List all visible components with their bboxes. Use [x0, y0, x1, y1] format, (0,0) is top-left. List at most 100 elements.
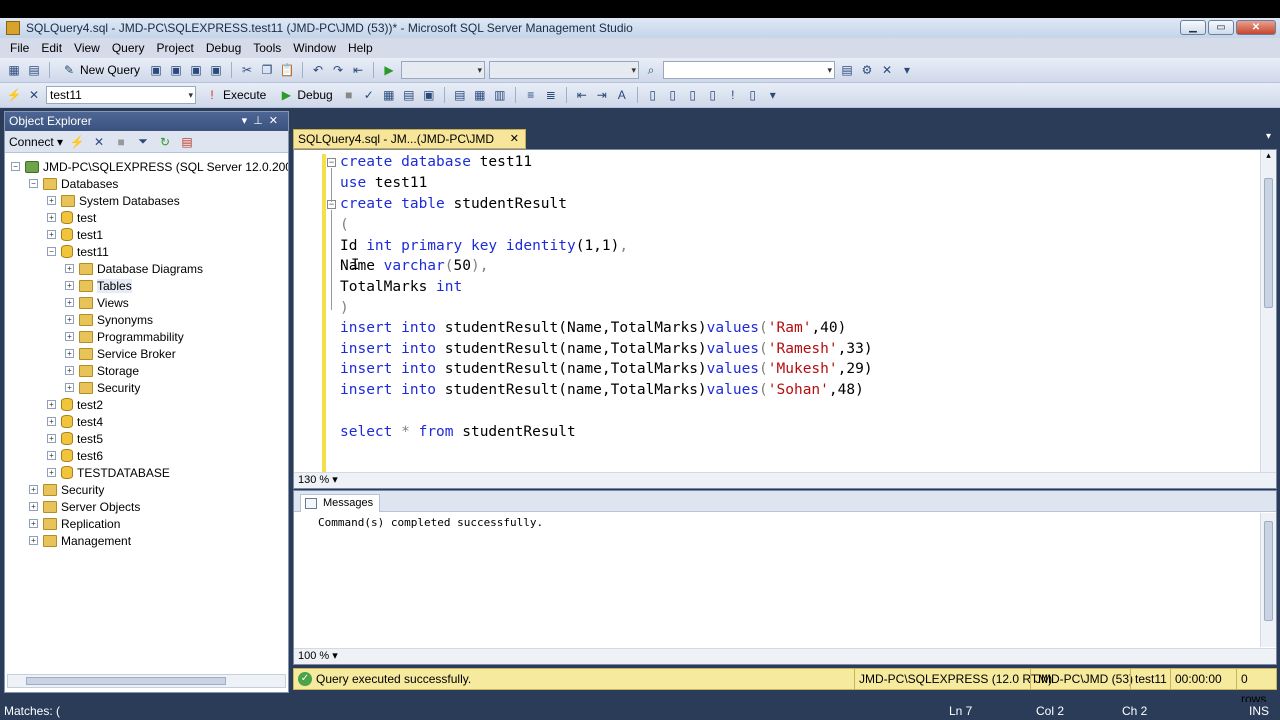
mining-query-icon[interactable]: ▣ — [188, 62, 204, 78]
tree-node-programmability[interactable]: + Programmability — [65, 328, 184, 345]
increase-indent-icon[interactable]: ⇥ — [594, 87, 610, 103]
results-vertical-scrollbar[interactable] — [1260, 513, 1276, 647]
expand-icon[interactable]: + — [29, 502, 38, 511]
tab-list-icon[interactable]: ▾ — [1266, 131, 1271, 142]
oe-connect-icon[interactable]: ⚡ — [69, 134, 85, 150]
find-in-files-icon[interactable]: ⌕ — [643, 62, 659, 78]
menu-file[interactable]: File — [4, 41, 35, 55]
tree-node-server-objects[interactable]: + Server Objects — [29, 498, 140, 515]
menu-help[interactable]: Help — [342, 41, 379, 55]
panel-dropdown-icon[interactable]: ▾ — [242, 115, 254, 127]
parse-icon[interactable]: ✓ — [361, 87, 377, 103]
undo-icon[interactable]: ↶ — [310, 62, 326, 78]
tree-node-management[interactable]: + Management — [29, 532, 131, 549]
menu-edit[interactable]: Edit — [35, 41, 68, 55]
tree-node-test11[interactable]: − test11 — [47, 243, 109, 260]
database-combo[interactable]: test11 ▾ — [46, 86, 196, 104]
menu-debug[interactable]: Debug — [200, 41, 247, 55]
fold-toggle-icon[interactable]: − — [327, 158, 336, 167]
disconnect-icon[interactable]: ✕ — [26, 87, 42, 103]
results-grid-icon[interactable]: ▦ — [472, 87, 488, 103]
expand-icon[interactable]: + — [29, 536, 38, 545]
find-combo[interactable]: ▾ — [663, 61, 836, 79]
more-options-icon[interactable]: ▾ — [765, 87, 781, 103]
toggle-bookmark-icon[interactable]: ▯ — [645, 87, 661, 103]
tree-node-databases[interactable]: − Databases — [29, 175, 118, 192]
collapse-icon[interactable]: − — [47, 247, 56, 256]
add-item-icon[interactable]: ▤ — [26, 62, 42, 78]
tree-node-security-db[interactable]: + Security — [65, 379, 140, 396]
uncomment-icon[interactable]: ≣ — [543, 87, 559, 103]
specify-values-icon[interactable]: A — [614, 87, 630, 103]
analysis-query-icon[interactable]: ▣ — [168, 62, 184, 78]
start-icon[interactable]: ▶ — [381, 62, 397, 78]
close-button[interactable]: ✕ — [1236, 20, 1276, 35]
expand-icon[interactable]: + — [65, 298, 74, 307]
panel-close-icon[interactable]: ✕ — [269, 115, 284, 127]
tree-node-testdatabase[interactable]: + TESTDATABASE — [47, 464, 170, 481]
solution-config-combo[interactable]: ▾ — [401, 61, 486, 79]
messages-tab[interactable]: Messages — [300, 494, 381, 512]
clear-bookmarks-icon[interactable]: ▯ — [705, 87, 721, 103]
expand-icon[interactable]: + — [65, 264, 74, 273]
tree-node-test1[interactable]: + test1 — [47, 226, 103, 243]
next-bookmark-icon[interactable]: ▯ — [685, 87, 701, 103]
oe-stop-icon[interactable]: ■ — [113, 134, 129, 150]
intellisense-icon[interactable]: ▣ — [421, 87, 437, 103]
paste-icon[interactable]: 📋 — [279, 62, 295, 78]
minimize-button[interactable]: ▁ — [1180, 20, 1206, 35]
pin-icon[interactable]: ⊥ — [253, 115, 269, 127]
sqlcmd-icon[interactable]: ▯ — [745, 87, 761, 103]
execute-button[interactable]: ! Execute — [200, 87, 270, 103]
tree-node-server[interactable]: − JMD-PC\SQLEXPRESS (SQL Server 12.0.2000… — [11, 158, 288, 175]
options-icon[interactable]: ▾ — [899, 62, 915, 78]
expand-icon[interactable]: + — [65, 366, 74, 375]
copy-icon[interactable]: ❐ — [259, 62, 275, 78]
expand-icon[interactable]: + — [29, 485, 38, 494]
cancel-query-icon[interactable]: ■ — [341, 87, 357, 103]
tree-node-tables[interactable]: + Tables — [65, 277, 132, 294]
results-file-icon[interactable]: ▥ — [492, 87, 508, 103]
toolbox-icon[interactable]: ✕ — [879, 62, 895, 78]
tree-node-views[interactable]: + Views — [65, 294, 129, 311]
prev-bookmark-icon[interactable]: ▯ — [665, 87, 681, 103]
horizontal-scrollbar[interactable] — [7, 674, 286, 688]
refresh-icon[interactable]: ↻ — [157, 134, 173, 150]
expand-icon[interactable]: + — [29, 519, 38, 528]
query-tab[interactable]: SQLQuery4.sql - JM...(JMD-PC\JMD (53))* … — [293, 129, 526, 164]
menu-project[interactable]: Project — [151, 41, 200, 55]
filter-icon[interactable]: ⏷ — [135, 134, 151, 150]
expand-icon[interactable]: + — [47, 196, 56, 205]
expand-icon[interactable]: + — [47, 417, 56, 426]
tree-node-database-diagrams[interactable]: + Database Diagrams — [65, 260, 203, 277]
expand-icon[interactable]: + — [47, 434, 56, 443]
menu-window[interactable]: Window — [287, 41, 342, 55]
tree-node-test5[interactable]: + test5 — [47, 430, 103, 447]
maximize-button[interactable]: ▭ — [1208, 20, 1234, 35]
comment-icon[interactable]: ≡ — [523, 87, 539, 103]
tree-node-replication[interactable]: + Replication — [29, 515, 120, 532]
tree-node-test[interactable]: + test — [47, 209, 96, 226]
collapse-icon[interactable]: − — [11, 162, 20, 171]
collapse-icon[interactable]: − — [29, 179, 38, 188]
db-engine-query-icon[interactable]: ▣ — [148, 62, 164, 78]
cut-icon[interactable]: ✂ — [239, 62, 255, 78]
menu-query[interactable]: Query — [106, 41, 151, 55]
properties-icon[interactable]: ⚙ — [859, 62, 875, 78]
expand-icon[interactable]: + — [47, 451, 56, 460]
xmla-query-icon[interactable]: ▣ — [208, 62, 224, 78]
new-project-icon[interactable]: ▦ — [6, 62, 22, 78]
tree-node-security[interactable]: + Security — [29, 481, 104, 498]
tree-node-test6[interactable]: + test6 — [47, 447, 103, 464]
estimated-plan-icon[interactable]: ▦ — [381, 87, 397, 103]
tree-node-test4[interactable]: + test4 — [47, 413, 103, 430]
expand-icon[interactable]: + — [47, 230, 56, 239]
tree-node-service-broker[interactable]: + Service Broker — [65, 345, 176, 362]
scroll-thumb[interactable] — [26, 677, 226, 685]
expand-icon[interactable]: + — [47, 400, 56, 409]
redo-icon[interactable]: ↷ — [330, 62, 346, 78]
new-query-button[interactable]: ✎ New Query — [57, 62, 144, 78]
expand-icon[interactable]: + — [65, 315, 74, 324]
tab-close-icon[interactable]: ✕ — [510, 130, 519, 148]
menu-view[interactable]: View — [68, 41, 106, 55]
